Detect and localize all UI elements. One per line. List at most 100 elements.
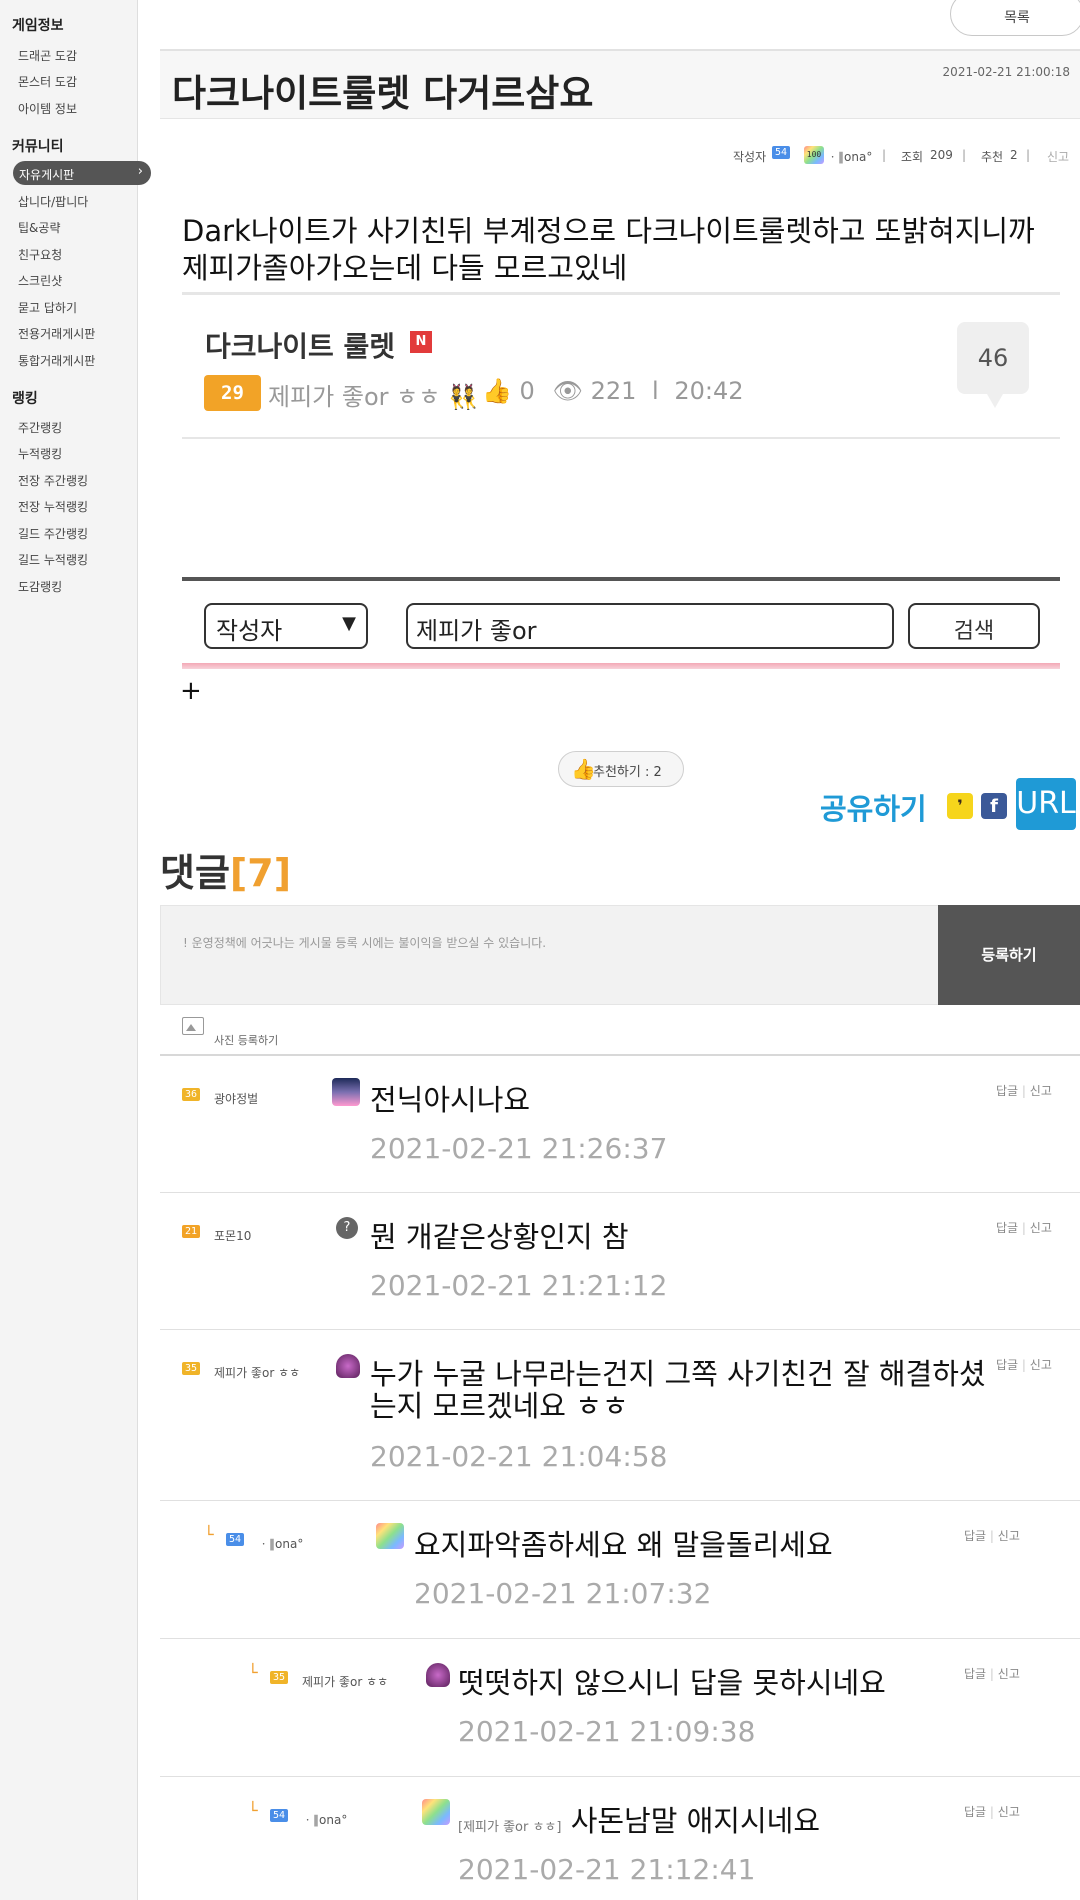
- dragon-avatar-icon: [426, 1663, 450, 1687]
- sidebar-item-tips[interactable]: 팁&공략: [18, 219, 60, 236]
- comment-item: 35 제피가 좋or ㅎㅎ 누가 누굴 나무라는건지 그쪽 사기친건 잘 해결하…: [160, 1330, 1080, 1501]
- sidebar-item-weekly-ranking[interactable]: 주간랭킹: [18, 419, 62, 436]
- sidebar-item-monster-dex[interactable]: 몬스터 도감: [18, 73, 77, 90]
- photo-upload-label: 사진 등록하기: [214, 1034, 279, 1047]
- comment-reply-item: └ 54 ㆍ∥ona° [제피가 좋or ㅎㅎ] 사돈남말 애지시네요 2021…: [160, 1777, 1080, 1900]
- share-label: 공유하기: [820, 792, 927, 826]
- comment-level-badge: 21: [182, 1225, 201, 1238]
- comment-author[interactable]: 제피가 좋or ㅎㅎ: [214, 1364, 300, 1381]
- sidebar-item-dragon-dex[interactable]: 드래곤 도감: [18, 47, 77, 64]
- sidebar-item-buy-sell[interactable]: 삽니다/팝니다: [18, 193, 88, 210]
- facebook-share-icon[interactable]: f: [981, 793, 1007, 819]
- plus-icon[interactable]: +: [180, 676, 202, 706]
- embed-divider: l: [652, 377, 659, 405]
- comments-title-text: 댓글: [160, 851, 230, 895]
- comment-actions: 답글 | 신고: [964, 1667, 1020, 1681]
- post-body: Dark나이트가 사기친뒤 부계정으로 다크나이트룰렛하고 또밝혀지니까 제피가…: [182, 214, 1035, 285]
- sidebar: 게임정보 드래곤 도감 몬스터 도감 아이템 정보 커뮤니티 자유게시판 › 삽…: [0, 0, 151, 1900]
- embed-title[interactable]: 다크나이트 룰렛: [205, 325, 395, 365]
- embedded-post-card[interactable]: 다크나이트 룰렛 N 29 제피가 좋or ㅎㅎ 👯 👍 0 👁 221 l 2…: [182, 292, 1060, 439]
- comment-level-badge: 35: [182, 1362, 201, 1375]
- chevron-right-icon: ›: [137, 164, 143, 179]
- comment-author[interactable]: ㆍ∥ona°: [258, 1535, 303, 1552]
- meta-divider: |: [962, 148, 967, 162]
- sidebar-item-screenshot[interactable]: 스크린샷: [18, 272, 62, 289]
- post-date: 2021-02-21 21:00:18: [942, 65, 1070, 79]
- report-link[interactable]: 신고: [998, 1805, 1020, 1819]
- sidebar-item-item-info[interactable]: 아이템 정보: [18, 100, 77, 117]
- sidebar-item-label: 자유게시판: [19, 168, 75, 182]
- comment-text: [제피가 좋or ㅎㅎ] 사돈남말 애지시네요: [458, 1805, 820, 1844]
- comment-submit-button[interactable]: 등록하기: [938, 905, 1080, 1005]
- comment-item: 36 광야정벌 전닉아시나요 2021-02-21 21:26:37 답글 | …: [160, 1056, 1080, 1193]
- author-label: 작성자: [733, 150, 767, 164]
- recommend-button[interactable]: 👍 추천하기 : 2: [558, 751, 684, 787]
- sidebar-item-battle-weekly-ranking[interactable]: 전장 주간랭킹: [18, 472, 88, 489]
- sidebar-item-battle-total-ranking[interactable]: 전장 누적랭킹: [18, 498, 88, 515]
- reply-link[interactable]: 답글: [996, 1358, 1018, 1372]
- search-button[interactable]: 검색: [908, 603, 1040, 649]
- report-link[interactable]: 신고: [1030, 1221, 1052, 1235]
- rainbow-badge-icon: [376, 1523, 404, 1549]
- kakao-share-icon[interactable]: ❜: [947, 793, 973, 819]
- sidebar-item-dex-ranking[interactable]: 도감랭킹: [18, 578, 62, 595]
- comment-list: 36 광야정벌 전닉아시나요 2021-02-21 21:26:37 답글 | …: [160, 1054, 1080, 1900]
- embed-stats-row: 👍 0 👁 221 l 20:42: [482, 377, 744, 405]
- reply-link[interactable]: 답글: [964, 1667, 986, 1681]
- reply-link[interactable]: 답글: [964, 1529, 986, 1543]
- sidebar-heading-community: 커뮤니티: [12, 139, 64, 155]
- comment-author[interactable]: 제피가 좋or ㅎㅎ: [302, 1673, 388, 1690]
- dragon-avatar-icon: [336, 1354, 360, 1378]
- report-link[interactable]: 신고: [1030, 1084, 1052, 1098]
- sidebar-item-free-board[interactable]: 자유게시판 ›: [13, 161, 151, 185]
- embed-level-badge: 29: [204, 375, 261, 411]
- sidebar-item-qna[interactable]: 묻고 답하기: [18, 299, 77, 316]
- post-meta: 작성자 54 100 ㆍ∥ona° | 조회 209 | 추천 2 | 신고: [600, 146, 1072, 166]
- report-link[interactable]: 신고: [1047, 148, 1069, 165]
- comment-reply-item: └ 35 제피가 좋or ㅎㅎ 떳떳하지 않으시니 답을 못하시네요 2021-…: [160, 1639, 1080, 1777]
- sidebar-item-guild-total-ranking[interactable]: 길드 누적랭킹: [18, 551, 88, 568]
- meta-divider: |: [882, 148, 887, 162]
- comment-count-bubble: 46: [957, 322, 1029, 408]
- search-input[interactable]: 제피가 좋or: [406, 603, 894, 649]
- comment-date: 2021-02-21 21:12:41: [458, 1853, 756, 1886]
- sidebar-item-total-ranking[interactable]: 누적랭킹: [18, 445, 62, 462]
- search-type-value: 작성자: [216, 617, 283, 645]
- post-title: 다크나이트룰렛 다거르삼요: [172, 72, 594, 115]
- sidebar-heading-ranking: 랭킹: [12, 391, 38, 407]
- comment-date: 2021-02-21 21:04:58: [370, 1440, 668, 1473]
- comment-author[interactable]: 포몬10: [214, 1227, 251, 1244]
- report-link[interactable]: 신고: [1030, 1358, 1052, 1372]
- comment-text: 요지파악좀하세요 왜 말을돌리세요: [414, 1528, 833, 1562]
- sidebar-heading-game-info: 게임정보: [12, 18, 64, 34]
- sidebar-item-guild-weekly-ranking[interactable]: 길드 주간랭킹: [18, 525, 88, 542]
- comment-actions: 답글 | 신고: [964, 1805, 1020, 1819]
- url-share-button[interactable]: URL: [1016, 778, 1076, 830]
- rainbow-badge-icon: [422, 1799, 450, 1825]
- comment-input[interactable]: ! 운영정책에 어긋나는 게시물 등록 시에는 불이익을 받으실 수 있습니다.: [160, 905, 940, 1005]
- reply-link[interactable]: 답글: [996, 1221, 1018, 1235]
- reply-link[interactable]: 답글: [996, 1084, 1018, 1098]
- reply-arrow-icon: └: [248, 1663, 258, 1682]
- list-button[interactable]: 목록: [950, 0, 1080, 36]
- report-link[interactable]: 신고: [998, 1529, 1020, 1543]
- new-badge: N: [410, 331, 432, 353]
- comment-text: 전닉아시나요: [370, 1083, 531, 1117]
- photo-upload-button[interactable]: 사진 등록하기: [182, 1015, 382, 1049]
- author-name[interactable]: ㆍ∥ona°: [827, 148, 872, 165]
- report-link[interactable]: 신고: [998, 1667, 1020, 1681]
- comment-author[interactable]: ㆍ∥ona°: [302, 1811, 347, 1828]
- embed-views: 221: [590, 377, 637, 405]
- search-type-select[interactable]: 작성자 ▼: [204, 603, 368, 649]
- dropdown-arrow-icon: ▼: [342, 613, 356, 634]
- reply-link[interactable]: 답글: [964, 1805, 986, 1819]
- comment-level-badge: 54: [270, 1809, 289, 1822]
- reply-tag: [제피가 좋or ㅎㅎ]: [458, 1820, 562, 1835]
- sidebar-item-private-trade[interactable]: 전용거래게시판: [18, 325, 95, 342]
- sidebar-item-friend-request[interactable]: 친구요청: [18, 246, 62, 263]
- sidebar-item-integrated-trade[interactable]: 통합거래게시판: [18, 352, 95, 369]
- comment-author[interactable]: 광야정벌: [214, 1090, 258, 1107]
- embed-author: 제피가 좋or ㅎㅎ 👯: [268, 377, 478, 412]
- search-bar: 작성자 ▼ 제피가 좋or 검색: [182, 577, 1060, 669]
- comment-text-body: 사돈남말 애지시네요: [570, 1804, 821, 1838]
